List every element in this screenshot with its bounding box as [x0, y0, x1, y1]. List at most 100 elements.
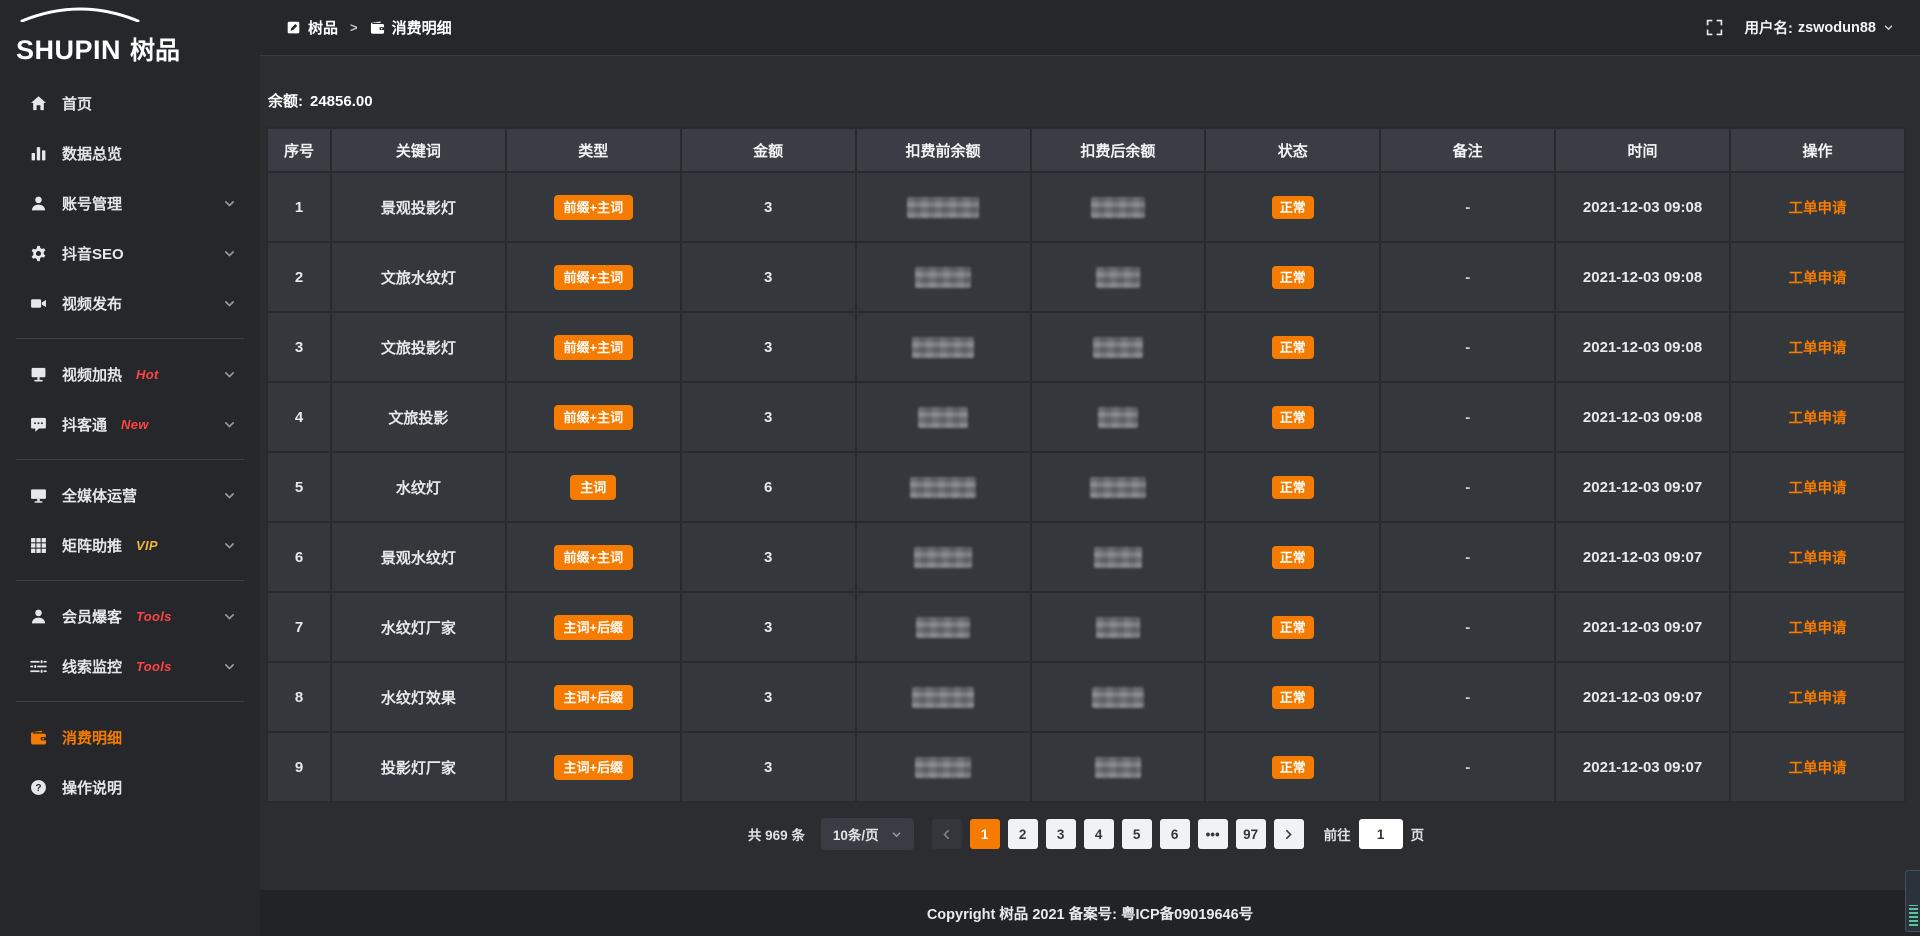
user-menu[interactable]: 用户名: zswodun88 — [1745, 17, 1895, 38]
status-badge: 正常 — [1272, 406, 1314, 429]
status-badge: 正常 — [1272, 616, 1314, 639]
cell-time: 2021-12-03 09:07 — [1555, 452, 1730, 522]
type-tag: 前缀+主词 — [554, 335, 634, 360]
work-order-link[interactable]: 工单申请 — [1789, 551, 1847, 567]
cell-keyword: 文旅投影灯 — [331, 312, 506, 382]
sidebar-item-video-publish[interactable]: 视频发布 — [0, 278, 260, 328]
work-order-link[interactable]: 工单申请 — [1789, 691, 1847, 707]
cell-index: 2 — [267, 242, 331, 312]
sidebar-item-consumption-details[interactable]: 消费明细 — [0, 712, 260, 762]
cell-type: 主词+后缀 — [506, 732, 681, 802]
cell-keyword: 水纹灯厂家 — [331, 592, 506, 662]
breadcrumb-item[interactable]: 消费明细 — [370, 17, 452, 38]
sidebar-item-account-management[interactable]: 账号管理 — [0, 178, 260, 228]
cell-time: 2021-12-03 09:07 — [1555, 662, 1730, 732]
cell-index: 6 — [267, 522, 331, 592]
column-header: 操作 — [1730, 128, 1905, 172]
cell-action: 工单申请 — [1730, 522, 1905, 592]
page-ellipsis-button[interactable]: ••• — [1198, 819, 1228, 849]
work-order-link[interactable]: 工单申请 — [1789, 481, 1847, 497]
username-value: zswodun88 — [1798, 20, 1876, 36]
cell-type: 主词+后缀 — [506, 662, 681, 732]
balance-value: 24856.00 — [310, 93, 373, 110]
cell-action: 工单申请 — [1730, 172, 1905, 242]
masked-balance — [915, 757, 971, 778]
cell-keyword: 投影灯厂家 — [331, 732, 506, 802]
status-badge: 正常 — [1272, 686, 1314, 709]
cell-keyword: 景观投影灯 — [331, 172, 506, 242]
sidebar-item-label: 账号管理 — [62, 193, 122, 214]
work-order-link[interactable]: 工单申请 — [1789, 271, 1847, 287]
sidebar-item-data-overview[interactable]: 数据总览 — [0, 128, 260, 178]
status-badge: 正常 — [1272, 756, 1314, 779]
sidebar-divider — [16, 701, 244, 702]
work-order-link[interactable]: 工单申请 — [1789, 411, 1847, 427]
page-button-2[interactable]: 2 — [1008, 819, 1038, 849]
breadcrumb-label: 消费明细 — [392, 17, 452, 38]
masked-balance — [1096, 617, 1140, 638]
status-badge: 正常 — [1272, 266, 1314, 289]
sidebar-item-member-baoke[interactable]: 会员爆客Tools — [0, 591, 260, 641]
breadcrumb-item[interactable]: 树品 — [286, 17, 338, 38]
sidebar-item-label: 线索监控 — [62, 656, 122, 677]
page-button-6[interactable]: 6 — [1160, 819, 1190, 849]
page-button-5[interactable]: 5 — [1122, 819, 1152, 849]
svg-text:?: ? — [35, 783, 41, 794]
masked-balance — [1091, 197, 1145, 218]
table-row: 9投影灯厂家主词+后缀3正常-2021-12-03 09:07工单申请 — [267, 732, 1905, 802]
corner-widget[interactable] — [1905, 870, 1920, 932]
cell-type: 前缀+主词 — [506, 522, 681, 592]
chat-icon — [30, 416, 47, 433]
column-header: 金额 — [681, 128, 856, 172]
sidebar-item-operation-guide[interactable]: ?操作说明 — [0, 762, 260, 812]
page-button-4[interactable]: 4 — [1084, 819, 1114, 849]
work-order-link[interactable]: 工单申请 — [1789, 341, 1847, 357]
sidebar-item-home[interactable]: 首页 — [0, 78, 260, 128]
masked-balance — [918, 407, 968, 428]
masked-balance — [1090, 477, 1146, 498]
page-edit-icon — [286, 20, 301, 35]
work-order-link[interactable]: 工单申请 — [1789, 201, 1847, 217]
topbar: 树品>消费明细 用户名: zswodun88 — [260, 0, 1920, 56]
page-size-select[interactable]: 10条/页 — [821, 818, 914, 850]
remark-value: - — [1465, 199, 1470, 216]
page-button-97[interactable]: 97 — [1236, 819, 1266, 849]
cell-post-balance — [1031, 172, 1206, 242]
next-page-button[interactable] — [1274, 819, 1304, 849]
cell-status: 正常 — [1205, 732, 1380, 802]
cell-time: 2021-12-03 09:07 — [1555, 732, 1730, 802]
sidebar-item-matrix-boost[interactable]: 矩阵助推VIP — [0, 520, 260, 570]
column-header: 时间 — [1555, 128, 1730, 172]
chevron-down-icon — [223, 197, 236, 210]
sidebar-item-douketong[interactable]: 抖客通New — [0, 399, 260, 449]
sidebar-item-douyin-seo[interactable]: 抖音SEO — [0, 228, 260, 278]
sidebar-item-omnimedia-operation[interactable]: 全媒体运营 — [0, 470, 260, 520]
page-button-3[interactable]: 3 — [1046, 819, 1076, 849]
cell-remark: - — [1380, 662, 1555, 732]
cell-time: 2021-12-03 09:07 — [1555, 522, 1730, 592]
sidebar-item-video-heat[interactable]: 视频加热Hot — [0, 349, 260, 399]
cell-action: 工单申请 — [1730, 382, 1905, 452]
page-button-1[interactable]: 1 — [970, 819, 1000, 849]
fullscreen-icon[interactable] — [1706, 19, 1723, 36]
cell-status: 正常 — [1205, 452, 1380, 522]
cell-status: 正常 — [1205, 242, 1380, 312]
work-order-link[interactable]: 工单申请 — [1789, 761, 1847, 777]
work-order-link[interactable]: 工单申请 — [1789, 621, 1847, 637]
sidebar-item-label: 首页 — [62, 93, 92, 114]
sidebar-divider — [16, 580, 244, 581]
table-row: 4文旅投影前缀+主词3正常-2021-12-03 09:08工单申请 — [267, 382, 1905, 452]
sidebar-divider — [16, 338, 244, 339]
prev-page-button[interactable] — [932, 819, 962, 849]
goto-page-input[interactable] — [1359, 819, 1403, 849]
cell-status: 正常 — [1205, 662, 1380, 732]
cell-amount: 3 — [681, 522, 856, 592]
sidebar-item-clue-monitor[interactable]: 线索监控Tools — [0, 641, 260, 691]
remark-value: - — [1465, 689, 1470, 706]
cell-pre-balance — [856, 522, 1031, 592]
cell-time: 2021-12-03 09:08 — [1555, 312, 1730, 382]
chevron-down-icon — [223, 247, 236, 260]
column-header: 类型 — [506, 128, 681, 172]
chevron-down-icon — [223, 610, 236, 623]
chevron-down-icon — [223, 489, 236, 502]
